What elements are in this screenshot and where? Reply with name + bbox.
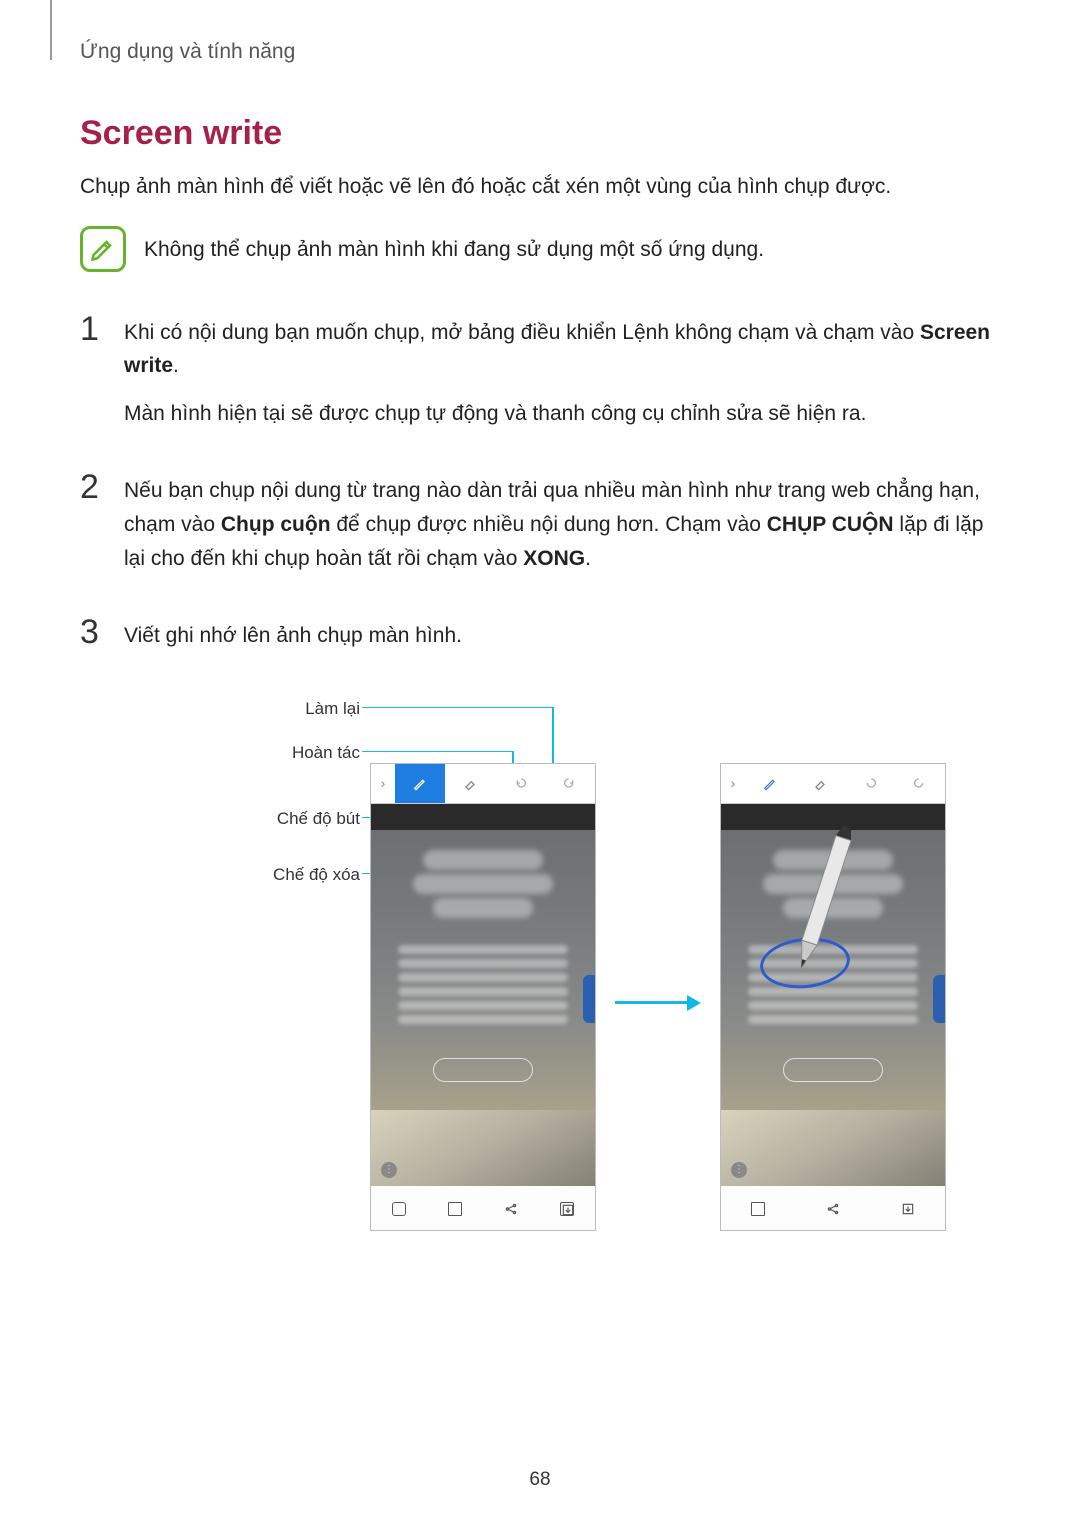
- menu-dot-icon: ⋮: [731, 1162, 747, 1178]
- callout-undo: Hoàn tác: [292, 743, 360, 763]
- step-number: 3: [80, 615, 108, 667]
- chevron-right-icon: ›: [721, 775, 745, 791]
- breadcrumb: Ứng dụng và tính năng: [80, 40, 1000, 64]
- callout-pen-mode: Chế độ bút: [277, 809, 360, 829]
- step-3: 3 Viết ghi nhớ lên ảnh chụp màn hình.: [80, 615, 1000, 667]
- crop-action: [448, 1202, 462, 1216]
- undo-tool: [845, 764, 895, 803]
- pen-tool: [395, 764, 445, 803]
- step-1-text-a: Khi có nội dung bạn muốn chụp, mở bảng đ…: [124, 321, 920, 344]
- note-text: Không thể chụp ảnh màn hình khi đang sử …: [144, 226, 764, 267]
- step-number: 2: [80, 470, 108, 589]
- outline-button: [433, 1058, 533, 1082]
- eraser-tool: [795, 764, 845, 803]
- eraser-tool: [445, 764, 495, 803]
- step-1-line-1: Khi có nội dung bạn muốn chụp, mở bảng đ…: [124, 316, 1000, 383]
- share-action: [826, 1202, 840, 1216]
- edge-panel-tab: [933, 975, 946, 1023]
- intro-text: Chụp ảnh màn hình để viết hoặc vẽ lên đó…: [80, 171, 1000, 204]
- menu-dot-icon: ⋮: [381, 1162, 397, 1178]
- figure-area: Làm lại Hoàn tác Chế độ bút Chế độ xóa ›: [80, 693, 1000, 1253]
- scroll-capture-action: [392, 1202, 406, 1216]
- undo-tool: [495, 764, 545, 803]
- redo-tool: [895, 764, 945, 803]
- chevron-right-icon: ›: [371, 775, 395, 791]
- callout-erase-mode: Chế độ xóa: [273, 865, 360, 885]
- photo-area: ⋮: [371, 1110, 595, 1186]
- bottom-action-bar: [721, 1186, 945, 1231]
- edge-panel-tab: [583, 975, 596, 1023]
- pen-tool: [745, 764, 795, 803]
- outline-button: [783, 1058, 883, 1082]
- arrow-right-icon: [615, 993, 701, 1013]
- step-1-line-2: Màn hình hiện tại sẽ được chụp tự động v…: [124, 397, 1000, 431]
- callout-redo: Làm lại: [305, 699, 360, 719]
- step-2-text-b: để chụp được nhiều nội dung hơn. Chạm và…: [331, 513, 767, 536]
- blurred-content: [371, 830, 595, 1110]
- page-title: Screen write: [80, 114, 1000, 153]
- note-icon: [80, 226, 126, 272]
- phone-screenshot-left: ›: [370, 763, 596, 1231]
- redo-tool: [545, 764, 595, 803]
- callout-line: [362, 751, 512, 753]
- bottom-action-bar: [371, 1186, 595, 1231]
- note-block: Không thể chụp ảnh màn hình khi đang sử …: [80, 226, 1000, 272]
- crop-action: [751, 1202, 765, 1216]
- callout-line: [362, 707, 552, 709]
- save-action: [560, 1202, 574, 1216]
- margin-rule: [50, 0, 52, 60]
- step-1-text-b: .: [173, 354, 179, 377]
- step-2-bold-c: XONG: [523, 547, 585, 570]
- share-action: [504, 1202, 518, 1216]
- step-2: 2 Nếu bạn chụp nội dung từ trang nào dàn…: [80, 470, 1000, 589]
- dark-bar: [371, 804, 595, 830]
- save-action: [901, 1202, 915, 1216]
- step-2-bold-a: Chụp cuộn: [221, 513, 331, 536]
- step-1: 1 Khi có nội dung bạn muốn chụp, mở bảng…: [80, 312, 1000, 445]
- step-3-text: Viết ghi nhớ lên ảnh chụp màn hình.: [124, 619, 462, 653]
- edit-toolbar: ›: [721, 764, 945, 804]
- step-number: 1: [80, 312, 108, 445]
- step-2-bold-b: CHỤP CUỘN: [767, 513, 894, 536]
- step-2-text: Nếu bạn chụp nội dung từ trang nào dàn t…: [124, 474, 1000, 575]
- page-number: 68: [0, 1469, 1080, 1491]
- edit-toolbar: ›: [371, 764, 595, 804]
- photo-area: ⋮: [721, 1110, 945, 1186]
- step-2-text-d: .: [585, 547, 591, 570]
